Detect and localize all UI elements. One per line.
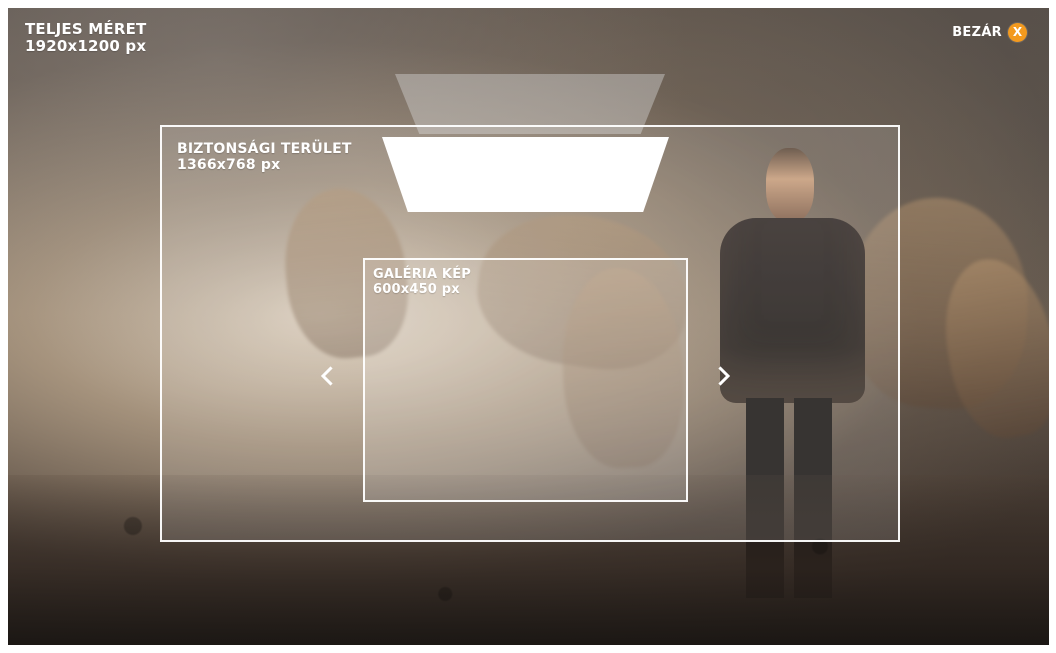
next-button[interactable] [712,364,736,388]
gallery-image-title: GALÉRIA KÉP [373,267,472,282]
safe-area-dimensions: 1366x768 px [177,156,281,173]
fullscreen-preview: TELJES MÉRET 1920x1200 px BEZÁR X BIZTON… [8,8,1049,645]
gallery-image-box: GALÉRIA KÉP 600x450 px [363,258,688,502]
chevron-right-icon [718,366,731,386]
close-icon: X [1008,23,1027,42]
gallery-image-dimensions: 600x450 px [373,281,460,297]
gallery-image-label: GALÉRIA KÉP 600x450 px [373,267,472,297]
close-label: BEZÁR [952,25,1002,40]
full-size-dimensions: 1920x1200 px [25,36,147,55]
full-size-title: TELJES MÉRET [25,20,147,38]
previous-button[interactable] [315,364,339,388]
close-button[interactable]: BEZÁR X [952,23,1027,42]
chevron-left-icon [320,366,333,386]
safe-area-title: BIZTONSÁGI TERÜLET [177,141,352,157]
full-size-label: TELJES MÉRET 1920x1200 px [25,21,147,55]
safe-area-label: BIZTONSÁGI TERÜLET 1366x768 px [177,141,352,173]
